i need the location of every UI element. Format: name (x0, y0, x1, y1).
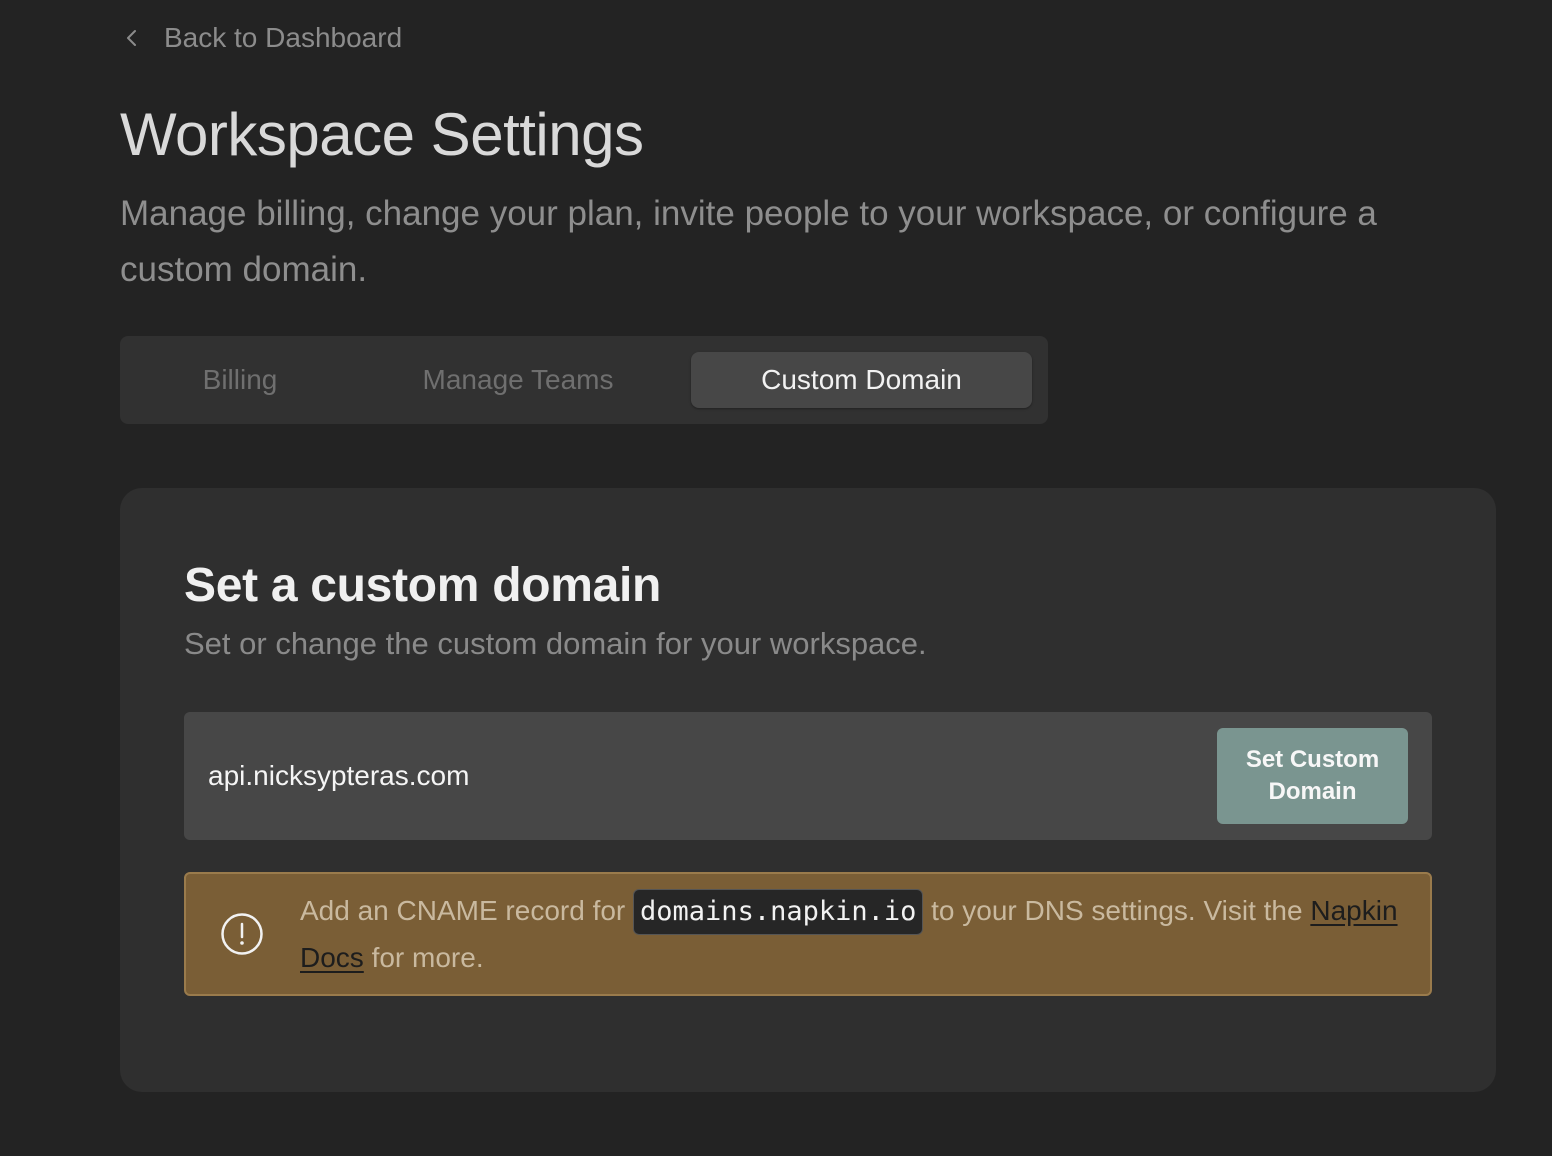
notice-text-before: Add an CNAME record for (300, 895, 634, 926)
set-custom-domain-button[interactable]: Set Custom Domain (1217, 728, 1408, 824)
custom-domain-card: Set a custom domain Set or change the cu… (120, 488, 1496, 1092)
page-subtitle: Manage billing, change your plan, invite… (120, 194, 1377, 289)
domain-form: Set Custom Domain (184, 712, 1432, 840)
tab-manage-teams[interactable]: Manage Teams (376, 352, 660, 408)
settings-page: Back to Dashboard Workspace Settings Man… (0, 0, 1552, 1156)
notice-text-middle: to your DNS settings. Visit the (923, 895, 1311, 926)
back-link-label: Back to Dashboard (164, 22, 403, 53)
settings-tabs: Billing Manage Teams Custom Domain (120, 336, 1048, 424)
notice-text-after: for more. (363, 942, 484, 973)
cname-target-code: domains.napkin.io (633, 889, 924, 935)
card-title: Set a custom domain (184, 559, 662, 612)
alert-circle-icon (220, 912, 264, 956)
back-to-dashboard-link[interactable]: Back to Dashboard (120, 22, 402, 54)
tab-billing[interactable]: Billing (160, 352, 320, 408)
dns-notice: Add an CNAME record for domains.napkin.i… (184, 872, 1432, 996)
notice-text: Add an CNAME record for domains.napkin.i… (300, 888, 1400, 981)
card-subtitle: Set or change the custom domain for your… (184, 626, 927, 661)
chevron-left-icon (120, 26, 144, 50)
page-title: Workspace Settings (120, 101, 644, 168)
custom-domain-input[interactable] (184, 712, 1194, 840)
tab-custom-domain[interactable]: Custom Domain (691, 352, 1032, 408)
